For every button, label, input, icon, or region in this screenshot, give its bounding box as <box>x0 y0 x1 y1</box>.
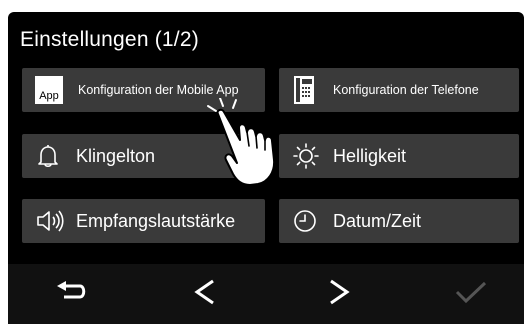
confirm-button[interactable] <box>426 264 516 324</box>
footer-nav <box>8 264 524 324</box>
checkmark-icon <box>454 280 488 309</box>
app-icon: App <box>34 75 64 105</box>
clock-icon <box>293 209 317 233</box>
mobile-app-config-label: Konfiguration der Mobile App <box>78 83 239 97</box>
previous-page-button[interactable] <box>160 264 250 324</box>
sun-icon <box>293 143 319 169</box>
phone-icon <box>293 75 315 105</box>
datetime-button[interactable]: Datum/Zeit <box>279 199 519 243</box>
datetime-label: Datum/Zeit <box>333 210 422 231</box>
chevron-left-icon <box>193 278 217 311</box>
volume-label: Empfangslautstärke <box>76 210 236 231</box>
speaker-icon <box>36 209 64 233</box>
tap-hand-icon <box>206 97 292 188</box>
svg-text:App: App <box>39 90 59 102</box>
phone-config-button[interactable]: Konfiguration der Telefone <box>279 68 519 112</box>
page-title: Einstellungen (1/2) <box>20 28 199 51</box>
bell-icon <box>36 143 60 169</box>
settings-screen: Einstellungen (1/2) App Konfiguration de… <box>8 12 524 324</box>
ringtone-label: Klingelton <box>76 145 156 166</box>
return-arrow-icon <box>54 280 88 308</box>
chevron-right-icon <box>327 278 351 311</box>
volume-button[interactable]: Empfangslautstärke <box>22 199 265 243</box>
brightness-button[interactable]: Helligkeit <box>279 134 519 178</box>
phone-config-label: Konfiguration der Telefone <box>333 83 479 97</box>
next-page-button[interactable] <box>294 264 384 324</box>
back-button[interactable] <box>26 264 116 324</box>
brightness-label: Helligkeit <box>333 145 407 166</box>
